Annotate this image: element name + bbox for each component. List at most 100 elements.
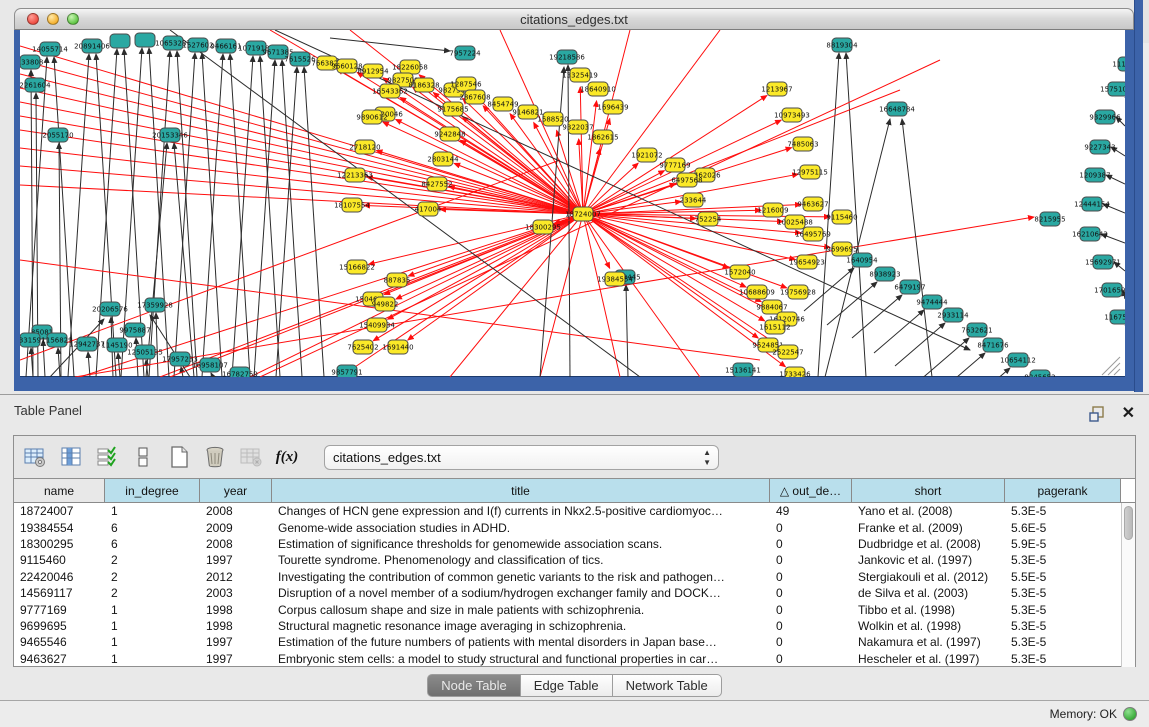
table-cell: 5.3E-5 bbox=[1005, 504, 1121, 518]
table-cell: 9699695 bbox=[14, 619, 105, 633]
graph-edge bbox=[583, 101, 597, 214]
table-row[interactable]: 969969511998Structural magnetic resonanc… bbox=[14, 618, 1135, 634]
table-scrollbar[interactable] bbox=[1121, 503, 1135, 667]
table-cell: 2008 bbox=[200, 504, 272, 518]
graph-node-label: 9699695 bbox=[826, 246, 857, 254]
graph-node[interactable] bbox=[110, 34, 130, 48]
graph-node-label: 752254 bbox=[695, 216, 722, 224]
table-cell: 1 bbox=[105, 635, 200, 649]
graph-node-label: 12444154 bbox=[1074, 201, 1110, 209]
table-row[interactable]: 1938455462009Genome-wide association stu… bbox=[14, 519, 1135, 535]
graph-node-label: 1156829 bbox=[41, 337, 72, 345]
table-row[interactable]: 977716911998Corpus callosum shape and si… bbox=[14, 601, 1135, 617]
function-builder-icon[interactable]: f(x) bbox=[274, 444, 300, 470]
memory-status-label: Memory: OK bbox=[1050, 707, 1117, 721]
table-scrollbar-thumb[interactable] bbox=[1124, 506, 1133, 540]
graph-node-label: 10688609 bbox=[739, 289, 775, 297]
network-window-titlebar[interactable]: citations_edges.txt bbox=[14, 8, 1134, 30]
graph-node-label: 10973493 bbox=[774, 112, 810, 120]
graph-node-label: 2055170 bbox=[42, 132, 73, 140]
new-table-icon[interactable] bbox=[166, 444, 192, 470]
graph-node-label: 15751074 bbox=[1100, 86, 1125, 94]
resize-grip-icon[interactable] bbox=[1114, 369, 1120, 375]
table-cell: 22420046 bbox=[14, 570, 105, 584]
table-cell: 0 bbox=[770, 635, 852, 649]
tab-edge-table[interactable]: Edge Table bbox=[521, 674, 613, 697]
graph-edge bbox=[383, 122, 583, 214]
graph-node-label: 13325419 bbox=[562, 72, 598, 80]
table-cell: 5.6E-5 bbox=[1005, 521, 1121, 535]
graph-node-label: 12505135 bbox=[127, 349, 163, 357]
table-row[interactable]: 911546021997Tourette syndrome. Phenomeno… bbox=[14, 552, 1135, 568]
graph-edge bbox=[174, 53, 195, 377]
delete-icon[interactable] bbox=[202, 444, 228, 470]
table-type-tabs: Node TableEdge TableNetwork Table bbox=[0, 674, 1149, 697]
graph-node-label: 1167533 bbox=[1104, 314, 1125, 322]
column-header-4[interactable]: △ out_de… bbox=[770, 479, 852, 502]
graph-node-label: 19384554 bbox=[597, 276, 633, 284]
table-row[interactable]: 946554611997Estimation of the future num… bbox=[14, 634, 1135, 650]
table-cell: 2012 bbox=[200, 570, 272, 584]
table-row[interactable]: 1830029562008Estimation of significance … bbox=[14, 536, 1135, 552]
table-cell: 9465546 bbox=[14, 635, 105, 649]
graph-node-label: 1615112 bbox=[759, 324, 790, 332]
graph-node-label: 19654923 bbox=[789, 259, 825, 267]
table-row[interactable]: 1456911722003Disruption of a novel membe… bbox=[14, 585, 1135, 601]
tab-node-table[interactable]: Node Table bbox=[427, 674, 521, 697]
table-cell: 49 bbox=[770, 504, 852, 518]
table-row[interactable]: 2242004622012Investigating the contribut… bbox=[14, 569, 1135, 585]
graph-node-label: 16648784 bbox=[879, 106, 915, 114]
table-cell: 2008 bbox=[200, 537, 272, 551]
graph-node-label: 9322037 bbox=[562, 124, 593, 132]
table-cell: 1 bbox=[105, 652, 200, 666]
table-cell: Structural magnetic resonance image aver… bbox=[272, 619, 770, 633]
graph-edge bbox=[583, 214, 620, 377]
graph-node-label: 949822 bbox=[372, 301, 399, 309]
column-header-0[interactable]: name bbox=[14, 479, 105, 502]
graph-node-label: 1213967 bbox=[761, 86, 792, 94]
table-cell: 5.5E-5 bbox=[1005, 570, 1121, 584]
graph-node-label: 16495769 bbox=[795, 231, 831, 239]
graph-node-label: 8427552 bbox=[421, 181, 452, 189]
table-cell: Hescheler et al. (1997) bbox=[852, 652, 1005, 666]
graph-edge bbox=[902, 119, 932, 377]
float-panel-icon[interactable] bbox=[1084, 401, 1110, 427]
memory-status-icon[interactable] bbox=[1123, 707, 1137, 721]
graph-node-label: 2718120 bbox=[349, 144, 380, 152]
table-body[interactable]: 1872400712008Changes of HCN gene express… bbox=[14, 503, 1135, 667]
graph-node-label: 133808 bbox=[20, 59, 43, 67]
column-header-1[interactable]: in_degree bbox=[105, 479, 200, 502]
graph-node[interactable] bbox=[135, 33, 155, 47]
select-all-icon[interactable] bbox=[94, 444, 120, 470]
tab-network-table[interactable]: Network Table bbox=[613, 674, 722, 697]
graph-node-label: 887835 bbox=[384, 277, 411, 285]
graph-node-label: 9329966 bbox=[1089, 114, 1121, 122]
table-row[interactable]: 946362711997Embryonic stem cells: a mode… bbox=[14, 651, 1135, 667]
resize-grip-icon[interactable] bbox=[1108, 363, 1120, 375]
network-canvas[interactable]: 1405571420891406106532871527602946616110… bbox=[20, 30, 1125, 377]
graph-node-label: 14055714 bbox=[32, 46, 68, 54]
table-cell: Investigating the contribution of common… bbox=[272, 570, 770, 584]
select-columns-icon[interactable] bbox=[58, 444, 84, 470]
clear-selection-icon[interactable] bbox=[130, 444, 156, 470]
column-header-3[interactable]: title bbox=[272, 479, 770, 502]
graph-node-label: 8215955 bbox=[1034, 216, 1065, 224]
background-panel-edge bbox=[1143, 0, 1149, 392]
delete-table-icon[interactable] bbox=[238, 444, 264, 470]
table-header-row[interactable]: namein_degreeyeartitle△ out_de…shortpage… bbox=[14, 479, 1135, 503]
graph-edge bbox=[852, 295, 902, 338]
column-header-6[interactable]: pagerank bbox=[1005, 479, 1121, 502]
dropdown-stepper-icon: ▲▼ bbox=[703, 448, 711, 468]
table-row[interactable]: 1872400712008Changes of HCN gene express… bbox=[14, 503, 1135, 519]
table-settings-icon[interactable] bbox=[22, 444, 48, 470]
graph-node-label: 15136141 bbox=[725, 367, 761, 375]
graph-node-label: 8454749 bbox=[487, 101, 518, 109]
table-cell: Stergiakouli et al. (2012) bbox=[852, 570, 1005, 584]
table-cell: Tibbo et al. (1998) bbox=[852, 603, 1005, 617]
column-header-5[interactable]: short bbox=[852, 479, 1005, 502]
close-panel-icon[interactable]: ✕ bbox=[1122, 406, 1135, 422]
column-header-2[interactable]: year bbox=[200, 479, 272, 502]
graph-node-label: 15692971 bbox=[1085, 259, 1121, 267]
table-selector-dropdown[interactable]: citations_edges.txt ▲▼ bbox=[324, 445, 719, 470]
graph-edge bbox=[935, 353, 985, 377]
